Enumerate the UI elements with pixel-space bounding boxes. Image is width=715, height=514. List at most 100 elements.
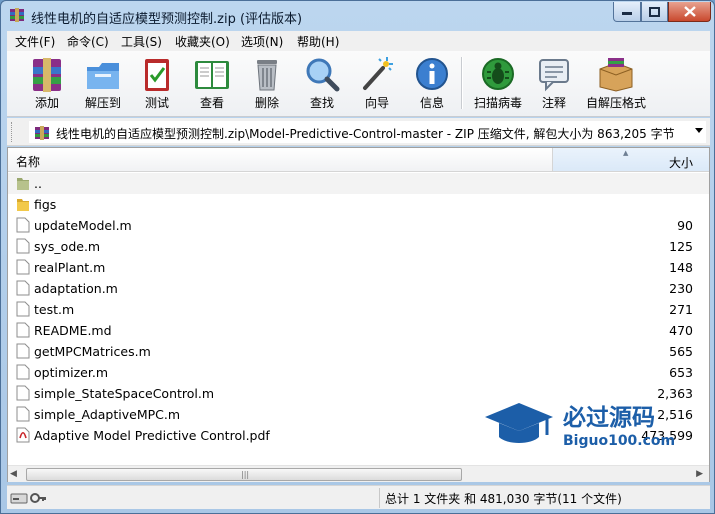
sfx-box-icon xyxy=(596,55,636,93)
file-name: adaptation.m xyxy=(34,281,118,296)
menu-tools[interactable]: 工具(S) xyxy=(121,33,162,50)
list-item-file[interactable]: getMPCMatrices.m 565 xyxy=(8,341,709,362)
delete-label: 删除 xyxy=(254,96,279,110)
document-icon xyxy=(16,364,30,380)
view-button[interactable]: 查看 xyxy=(184,55,240,113)
address-path: 线性电机的自适应模型预测控制.zip\Model-Predictive-Cont… xyxy=(56,127,675,141)
extract-to-button[interactable]: 解压到 xyxy=(75,55,131,113)
folder-icon xyxy=(16,196,30,212)
minimize-icon xyxy=(622,11,632,15)
title-bar[interactable]: 线性电机的自适应模型预测控制.zip (评估版本) xyxy=(1,1,714,31)
virus-scan-label: 扫描病毒 xyxy=(473,96,522,110)
menu-file[interactable]: 文件(F) xyxy=(15,33,55,50)
list-item-folder[interactable]: figs xyxy=(8,194,709,215)
document-icon xyxy=(16,343,30,359)
parent-folder-icon xyxy=(16,175,30,191)
scroll-left-icon[interactable]: ◀ xyxy=(10,469,17,479)
delete-button[interactable]: 删除 xyxy=(239,55,295,113)
file-size: 148 xyxy=(669,260,693,275)
pdf-icon xyxy=(16,427,30,443)
graduation-cap-icon xyxy=(485,403,553,443)
list-item-file[interactable]: adaptation.m 230 xyxy=(8,278,709,299)
list-item-file[interactable]: test.m 271 xyxy=(8,299,709,320)
status-left-pane xyxy=(9,489,379,507)
list-item-file[interactable]: optimizer.m 653 xyxy=(8,362,709,383)
status-divider xyxy=(379,488,380,508)
find-magnifier-icon xyxy=(302,55,342,93)
file-name: test.m xyxy=(34,302,75,317)
file-name: simple_AdaptiveMPC.m xyxy=(34,407,181,422)
key-icon xyxy=(30,493,46,503)
test-clipboard-icon xyxy=(137,55,177,93)
document-icon xyxy=(16,280,30,296)
document-icon xyxy=(16,259,30,275)
sfx-button[interactable]: 自解压格式 xyxy=(581,55,651,113)
maximize-button[interactable] xyxy=(641,2,668,22)
file-name: getMPCMatrices.m xyxy=(34,344,151,359)
scroll-right-icon[interactable]: ▶ xyxy=(696,469,703,479)
wizard-wand-icon xyxy=(357,55,397,93)
test-button[interactable]: 测试 xyxy=(129,55,185,113)
document-icon xyxy=(16,217,30,233)
file-name: updateModel.m xyxy=(34,218,132,233)
file-name: .. xyxy=(34,176,42,191)
toolbar: 添加 解压到 测试 查看 删除 查找 向导 信息 扫描病毒 注释 自解压格式 xyxy=(7,51,710,117)
status-bar: 总计 1 文件夹 和 481,030 字节(11 个文件) xyxy=(7,485,710,509)
comment-label: 注释 xyxy=(541,96,566,110)
sort-ascending-icon: ▲ xyxy=(623,149,629,157)
column-name-header[interactable]: 名称 xyxy=(16,153,40,170)
virus-scan-button[interactable]: 扫描病毒 xyxy=(468,55,528,113)
extract-to-icon xyxy=(83,55,123,93)
watermark-site: Biguo100.com xyxy=(563,433,675,449)
menu-help[interactable]: 帮助(H) xyxy=(297,33,339,50)
column-size-header[interactable]: ▲ 大小 xyxy=(552,148,709,171)
scrollbar-thumb[interactable]: ||| xyxy=(26,468,462,481)
winrar-archive-icon xyxy=(9,7,25,23)
address-grip xyxy=(11,122,15,142)
list-item-file[interactable]: realPlant.m 148 xyxy=(8,257,709,278)
file-name: README.md xyxy=(34,323,112,338)
file-size: 90 xyxy=(677,218,693,233)
file-size: 653 xyxy=(669,365,693,380)
menu-bar: 文件(F) 命令(C) 工具(S) 收藏夹(O) 选项(N) 帮助(H) xyxy=(7,31,710,51)
file-size: 565 xyxy=(669,344,693,359)
close-button[interactable] xyxy=(668,2,711,22)
toolbar-separator xyxy=(461,57,463,109)
sfx-label: 自解压格式 xyxy=(585,96,646,110)
list-item-file[interactable]: sys_ode.m 125 xyxy=(8,236,709,257)
address-bar: 线性电机的自适应模型预测控制.zip\Model-Predictive-Cont… xyxy=(7,118,710,146)
menu-favorites[interactable]: 收藏夹(O) xyxy=(175,33,230,50)
comment-button[interactable]: 注释 xyxy=(526,55,582,113)
document-icon xyxy=(16,322,30,338)
wizard-button[interactable]: 向导 xyxy=(349,55,405,113)
list-item-file[interactable]: updateModel.m 90 xyxy=(8,215,709,236)
add-button[interactable]: 添加 xyxy=(19,55,75,113)
add-archive-icon xyxy=(27,55,67,93)
horizontal-scrollbar[interactable]: ◀ ||| ▶ xyxy=(8,465,709,482)
address-field[interactable]: 线性电机的自适应模型预测控制.zip\Model-Predictive-Cont… xyxy=(29,121,706,143)
menu-options[interactable]: 选项(N) xyxy=(241,33,283,50)
column-header: 名称 ▲ 大小 xyxy=(8,148,709,172)
document-icon xyxy=(16,238,30,254)
maximize-icon xyxy=(649,6,660,17)
file-size: 470 xyxy=(669,323,693,338)
file-size: 230 xyxy=(669,281,693,296)
info-button[interactable]: 信息 xyxy=(404,55,460,113)
status-summary: 总计 1 文件夹 和 481,030 字节(11 个文件) xyxy=(385,492,622,506)
minimize-button[interactable] xyxy=(613,2,641,22)
extract-to-label: 解压到 xyxy=(84,96,121,110)
document-icon xyxy=(16,406,30,422)
add-label: 添加 xyxy=(34,96,59,110)
menu-command[interactable]: 命令(C) xyxy=(67,33,109,50)
test-label: 测试 xyxy=(144,96,169,110)
list-item-file[interactable]: README.md 470 xyxy=(8,320,709,341)
list-item-parent[interactable]: .. xyxy=(8,173,709,194)
chevron-down-icon[interactable] xyxy=(695,128,703,133)
file-name: sys_ode.m xyxy=(34,239,101,254)
window-title: 线性电机的自适应模型预测控制.zip (评估版本) xyxy=(31,12,303,27)
find-button[interactable]: 查找 xyxy=(294,55,350,113)
wizard-label: 向导 xyxy=(364,96,389,110)
archive-path-icon xyxy=(34,125,50,141)
view-label: 查看 xyxy=(199,96,224,110)
comment-icon xyxy=(534,55,574,93)
